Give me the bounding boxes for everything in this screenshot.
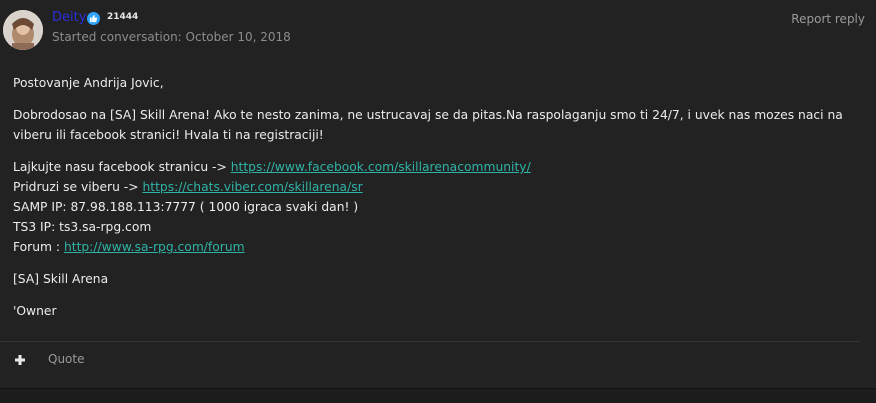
plus-icon[interactable] xyxy=(13,352,27,366)
report-reply-link[interactable]: Report reply xyxy=(791,12,865,26)
facebook-label: Lajkujte nasu facebook stranicu -> xyxy=(13,160,231,174)
message-body: Postovanje Andrija Jovic, Dobrodosao na … xyxy=(13,73,853,321)
viber-label: Pridruzi se viberu -> xyxy=(13,180,143,194)
author-username[interactable]: Deity xyxy=(52,10,86,25)
forum-label: Forum : xyxy=(13,240,64,254)
signature-text: [SA] Skill Arena xyxy=(13,272,109,286)
greeting-text: Postovanje Andrija Jovic, xyxy=(13,76,164,90)
links-block: Lajkujte nasu facebook stranicu -> https… xyxy=(13,157,853,257)
conversation-message: Deity 21444 Started conversation: Octobe… xyxy=(0,0,876,389)
facebook-link[interactable]: https://www.facebook.com/skillarenacommu… xyxy=(231,160,531,174)
quote-button[interactable]: Quote xyxy=(48,352,84,366)
conversation-started-date: Started conversation: October 10, 2018 xyxy=(52,30,291,44)
message-header: Deity 21444 Started conversation: Octobe… xyxy=(0,0,876,56)
samp-ip-text: SAMP IP: 87.98.188.113:7777 ( 1000 igrac… xyxy=(13,200,359,214)
ts3-ip-text: TS3 IP: ts3.sa-rpg.com xyxy=(13,220,152,234)
avatar[interactable] xyxy=(3,10,43,50)
role-text: 'Owner xyxy=(13,304,57,318)
forum-link[interactable]: http://www.sa-rpg.com/forum xyxy=(64,240,245,254)
welcome-text: Dobrodosao na [SA] Skill Arena! Ako te n… xyxy=(13,108,843,142)
message-actions: Quote xyxy=(0,341,860,378)
reputation-count: 21444 xyxy=(107,12,139,22)
viber-link[interactable]: https://chats.viber.com/skillarena/sr xyxy=(142,180,362,194)
thumbs-up-icon xyxy=(87,12,100,25)
